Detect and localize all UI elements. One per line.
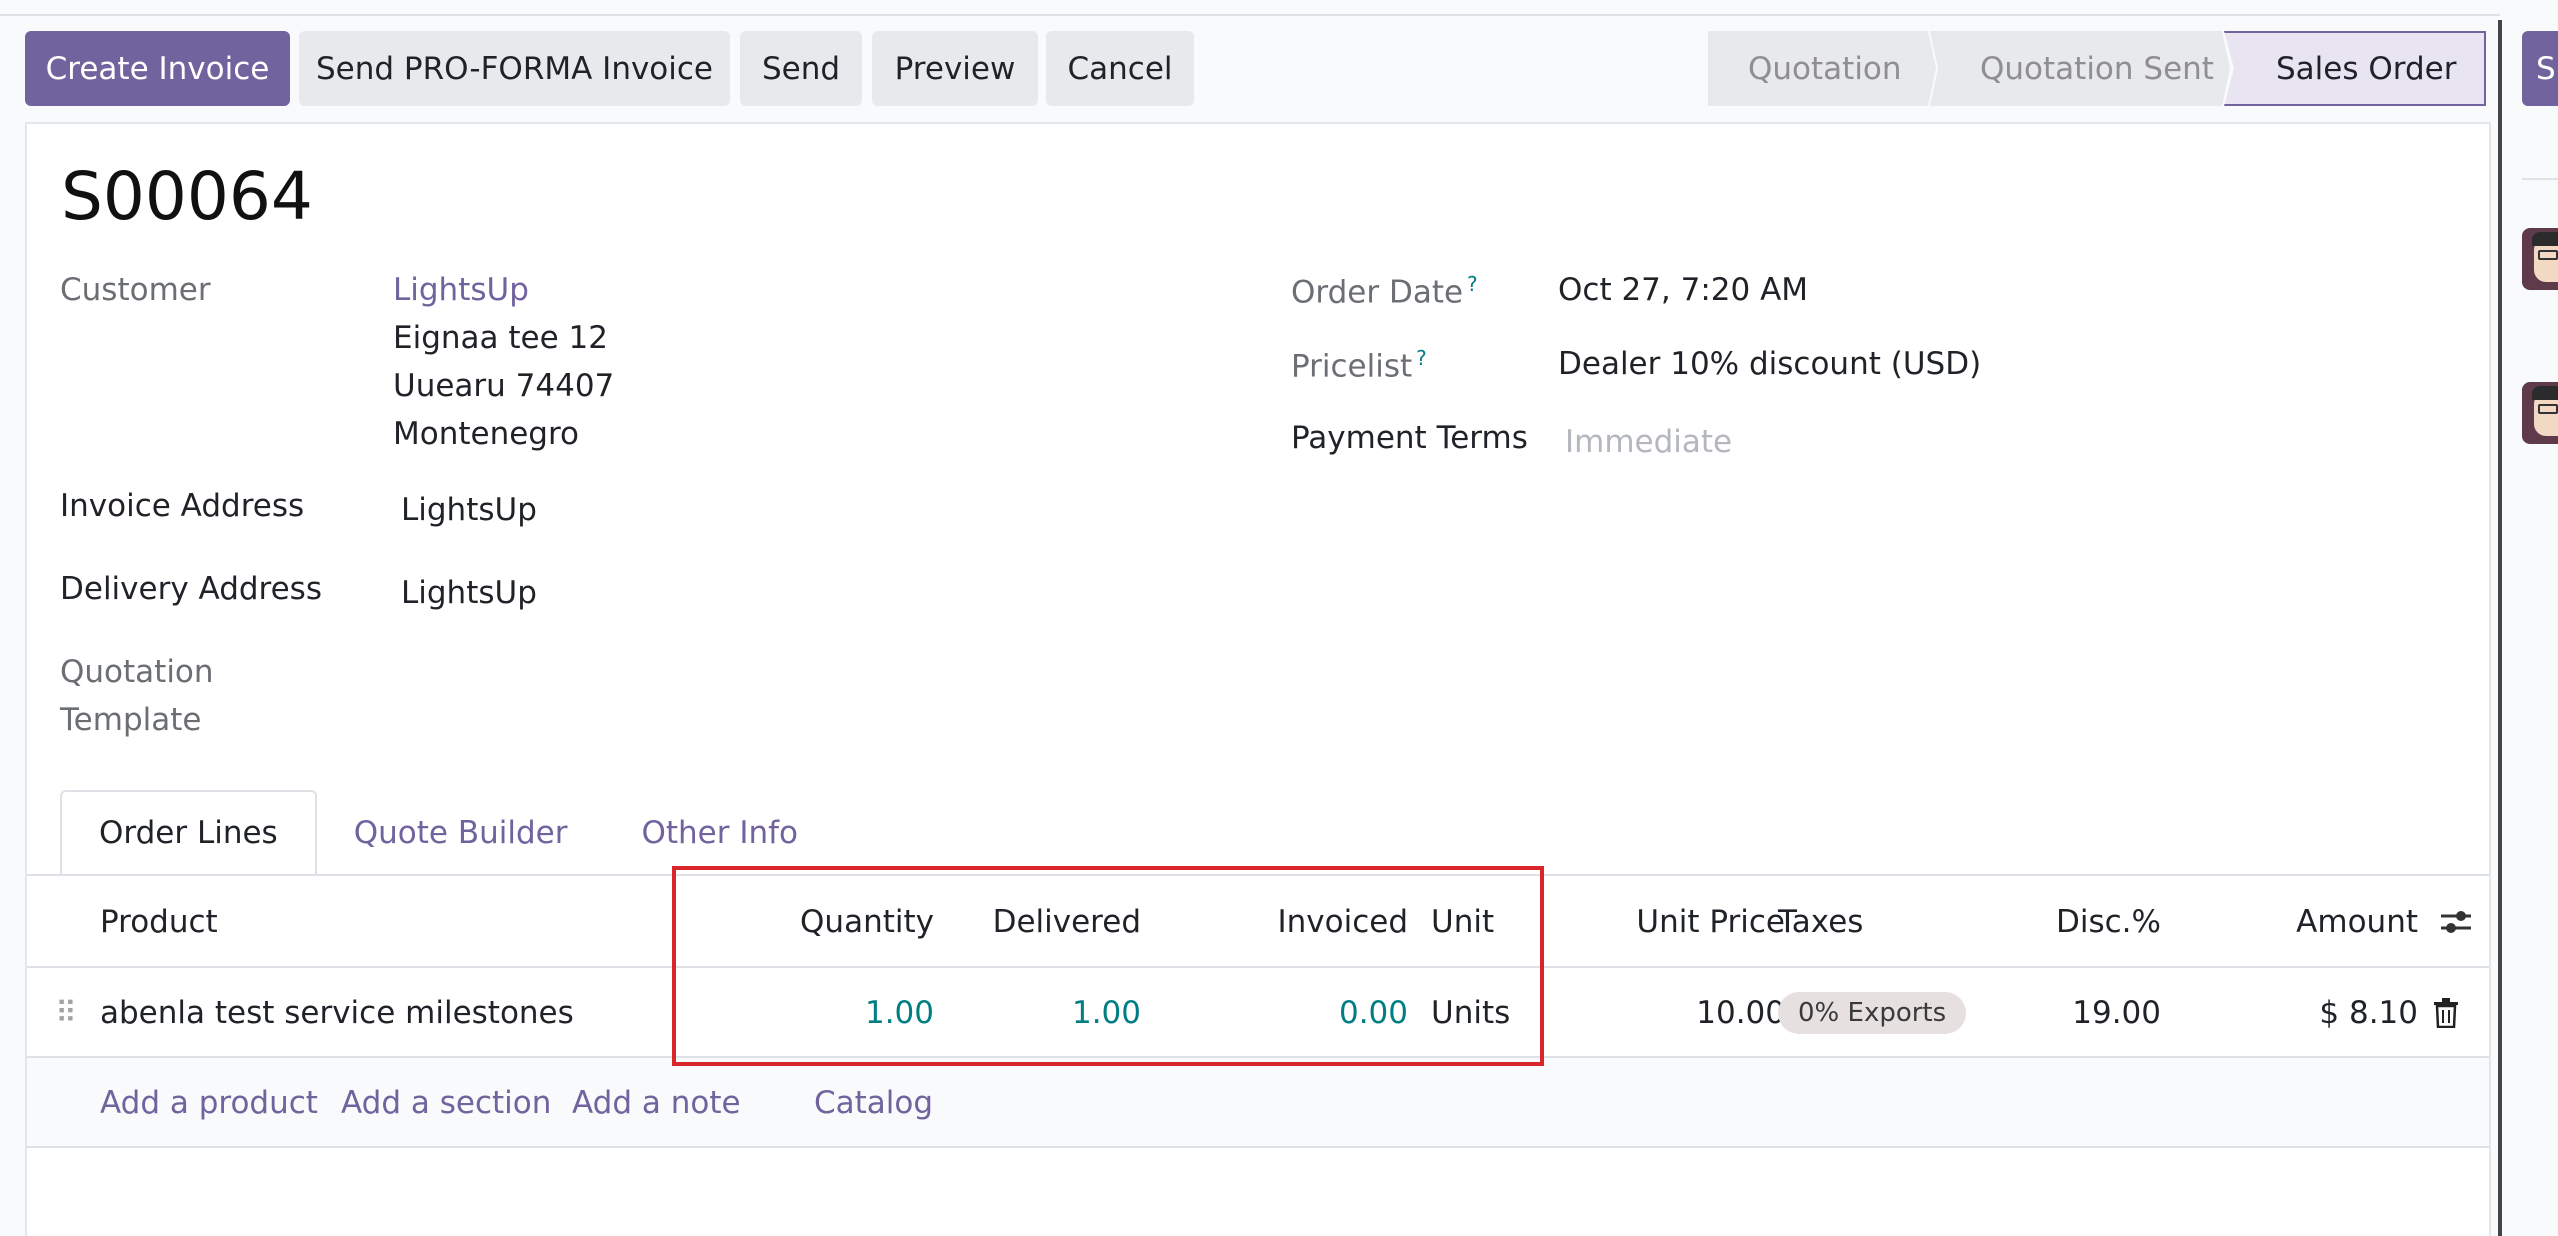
invoice-address-label: Invoice Address [60,488,305,524]
col-taxes[interactable]: Taxes [1778,876,1863,968]
chatter-send-message-button[interactable]: S [2522,31,2558,106]
customer-label: Customer [60,272,211,308]
customer-address-line3: Montenegro [393,416,580,452]
highlight-box [672,866,1544,1066]
add-note-link[interactable]: Add a note [572,1058,741,1148]
avatar [2522,382,2558,444]
cancel-button[interactable]: Cancel [1046,31,1194,106]
customer-link[interactable]: LightsUp [393,272,529,308]
tab-other-info[interactable]: Other Info [604,790,835,876]
col-amount[interactable]: Amount [2227,876,2418,968]
customer-address-line2: Uuearu 74407 [393,368,615,404]
top-divider [0,14,2500,16]
notebook-tabs: Order Lines Quote Builder Other Info [60,790,835,876]
delivery-address-field[interactable]: LightsUp [401,575,537,611]
send-proforma-invoice-button[interactable]: Send PRO-FORMA Invoice [299,31,730,106]
tab-order-lines[interactable]: Order Lines [60,790,317,876]
customer-address-line1: Eignaa tee 12 [393,320,608,356]
order-date-field[interactable]: Oct 27, 7:20 AM [1558,272,1808,308]
form-sheet: S00064 Customer LightsUp Eignaa tee 12 U… [25,122,2491,1236]
disc-cell[interactable]: 19.00 [2007,968,2161,1058]
quotation-template-label-line2: Template [60,702,202,738]
pricelist-label: Pricelist? [1291,346,1427,385]
order-date-label: Order Date? [1291,272,1478,311]
col-product[interactable]: Product [100,876,218,968]
help-icon[interactable]: ? [1467,272,1478,296]
col-unit-price[interactable]: Unit Price [1567,876,1785,968]
tax-badge: 0% Exports [1778,992,1967,1034]
delivery-address-label: Delivery Address [60,571,322,607]
catalog-button[interactable]: Catalog [814,1058,933,1148]
panel-divider[interactable] [2498,20,2502,1236]
chatter-divider [2522,178,2558,180]
avatar [2522,228,2558,290]
stage-sales-order[interactable]: Sales Order [2224,31,2486,106]
quotation-template-label-line1: Quotation [60,654,214,690]
stage-quotation[interactable]: Quotation [1708,31,1936,106]
send-button[interactable]: Send [740,31,862,106]
payment-terms-input[interactable]: Immediate [1565,424,1732,460]
add-line-row: Add a product Add a section Add a note C… [27,1058,2489,1148]
add-section-link[interactable]: Add a section [341,1058,551,1148]
preview-button[interactable]: Preview [872,31,1038,106]
add-product-link[interactable]: Add a product [100,1058,318,1148]
stage-quotation-sent[interactable]: Quotation Sent [1930,31,2230,106]
tab-quote-builder[interactable]: Quote Builder [317,790,605,876]
col-disc[interactable]: Disc.% [2007,876,2161,968]
amount-cell: $ 8.10 [2319,995,2418,1031]
product-cell[interactable]: abenla test service milestones [100,968,574,1058]
drag-handle-icon[interactable]: ⠿ [55,968,77,1058]
help-icon[interactable]: ? [1416,346,1427,370]
invoice-address-field[interactable]: LightsUp [401,492,537,528]
status-bar: Quotation Quotation Sent Sales Order [1708,31,2486,106]
column-settings-icon[interactable] [2439,876,2473,968]
create-invoice-button[interactable]: Create Invoice [25,31,290,106]
unit-price-cell[interactable]: 10.00 [1567,968,1785,1058]
payment-terms-label: Payment Terms [1291,420,1528,456]
record-title: S00064 [61,158,313,235]
pricelist-field[interactable]: Dealer 10% discount (USD) [1558,346,1981,382]
taxes-cell[interactable]: 0% Exports [1778,968,1967,1058]
trash-icon[interactable] [2433,968,2459,1058]
